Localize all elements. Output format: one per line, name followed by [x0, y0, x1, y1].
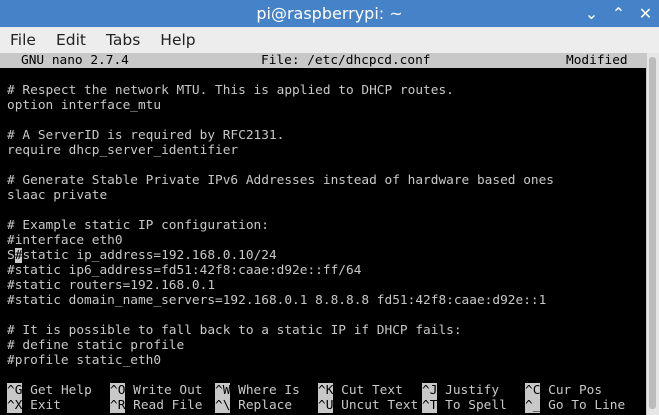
- buffer-line: # Generate Stable Private IPv6 Addresses…: [7, 173, 555, 188]
- buffer-line: # A ServerID is required by RFC2131.: [7, 128, 285, 143]
- buffer-line: # It is possible to fall back to a stati…: [7, 323, 462, 338]
- shortcut-uncut-text[interactable]: ^U Uncut Text: [318, 398, 418, 413]
- window-controls: ⌄ ⌃ ✕: [578, 0, 659, 27]
- shortcut-get-help[interactable]: ^G Get Help: [7, 383, 92, 398]
- window-titlebar: pi@raspberrypi: ~ ⌄ ⌃ ✕: [0, 0, 659, 27]
- shortcut-bar: ^G Get Help ^O Write Out ^W Where Is ^K …: [7, 383, 647, 413]
- buffer-line: option interface_mtu: [7, 98, 162, 113]
- buffer-line: # define static profile: [7, 338, 185, 353]
- menu-help[interactable]: Help: [153, 31, 202, 49]
- cursor-line-before: S: [7, 248, 15, 263]
- buffer-line: slaac private: [7, 188, 108, 203]
- shortcut-where-is[interactable]: ^W Where Is: [215, 383, 300, 398]
- nano-header: GNU nano 2.7.4 File: /etc/dhcpcd.conf Mo…: [0, 53, 647, 68]
- buffer-line: #profile static_eth0: [7, 353, 162, 368]
- maximize-icon[interactable]: ⌃: [605, 0, 632, 27]
- shortcut-cur-pos[interactable]: ^C Cur Pos: [525, 383, 602, 398]
- nano-filename: File: /etc/dhcpcd.conf: [261, 53, 431, 68]
- shortcut-go-to-line[interactable]: ^_ Go To Line: [525, 398, 625, 413]
- cursor-line-after: static ip_address=192.168.0.10/24: [22, 248, 277, 263]
- shortcut-exit[interactable]: ^X Exit: [7, 398, 61, 413]
- nano-status: Modified: [566, 53, 628, 68]
- buffer-line: [7, 203, 554, 218]
- minimize-icon[interactable]: ⌄: [578, 0, 605, 27]
- buffer-line: #interface eth0: [7, 233, 123, 248]
- buffer-line: [7, 158, 554, 173]
- terminal-scrollbar[interactable]: [646, 53, 659, 415]
- shortcut-read-file[interactable]: ^R Read File: [110, 398, 202, 413]
- shortcut-replace[interactable]: ^\ Replace: [215, 398, 292, 413]
- menu-file[interactable]: File: [3, 31, 43, 49]
- editor-buffer[interactable]: # Respect the network MTU. This is appli…: [7, 83, 554, 368]
- nano-version: GNU nano 2.7.4: [21, 53, 129, 68]
- buffer-line: #static routers=192.168.0.1: [7, 278, 216, 293]
- buffer-line-cursor: S#static ip_address=192.168.0.10/24: [7, 248, 554, 263]
- shortcut-write-out[interactable]: ^O Write Out: [110, 383, 202, 398]
- terminal-area[interactable]: GNU nano 2.7.4 File: /etc/dhcpcd.conf Mo…: [0, 53, 647, 415]
- buffer-line: #static domain_name_servers=192.168.0.1 …: [7, 293, 547, 308]
- shortcut-to-spell[interactable]: ^T To Spell: [422, 398, 507, 413]
- scrollbar-thumb[interactable]: [649, 57, 656, 409]
- shortcut-justify[interactable]: ^J Justify: [422, 383, 499, 398]
- menu-edit[interactable]: Edit: [49, 31, 93, 49]
- buffer-line: # Example static IP configuration:: [7, 218, 269, 233]
- menubar: File Edit Tabs Help: [0, 27, 659, 54]
- close-icon[interactable]: ✕: [632, 0, 659, 27]
- menu-tabs[interactable]: Tabs: [99, 31, 147, 49]
- shortcut-cut-text[interactable]: ^K Cut Text: [318, 383, 403, 398]
- buffer-line: # Respect the network MTU. This is appli…: [7, 83, 454, 98]
- buffer-line: #static ip6_address=fd51:42f8:caae:d92e:…: [7, 263, 362, 278]
- window-title: pi@raspberrypi: ~: [256, 4, 403, 23]
- buffer-line: [7, 113, 554, 128]
- buffer-line: require dhcp_server_identifier: [7, 143, 239, 158]
- buffer-line: [7, 308, 554, 323]
